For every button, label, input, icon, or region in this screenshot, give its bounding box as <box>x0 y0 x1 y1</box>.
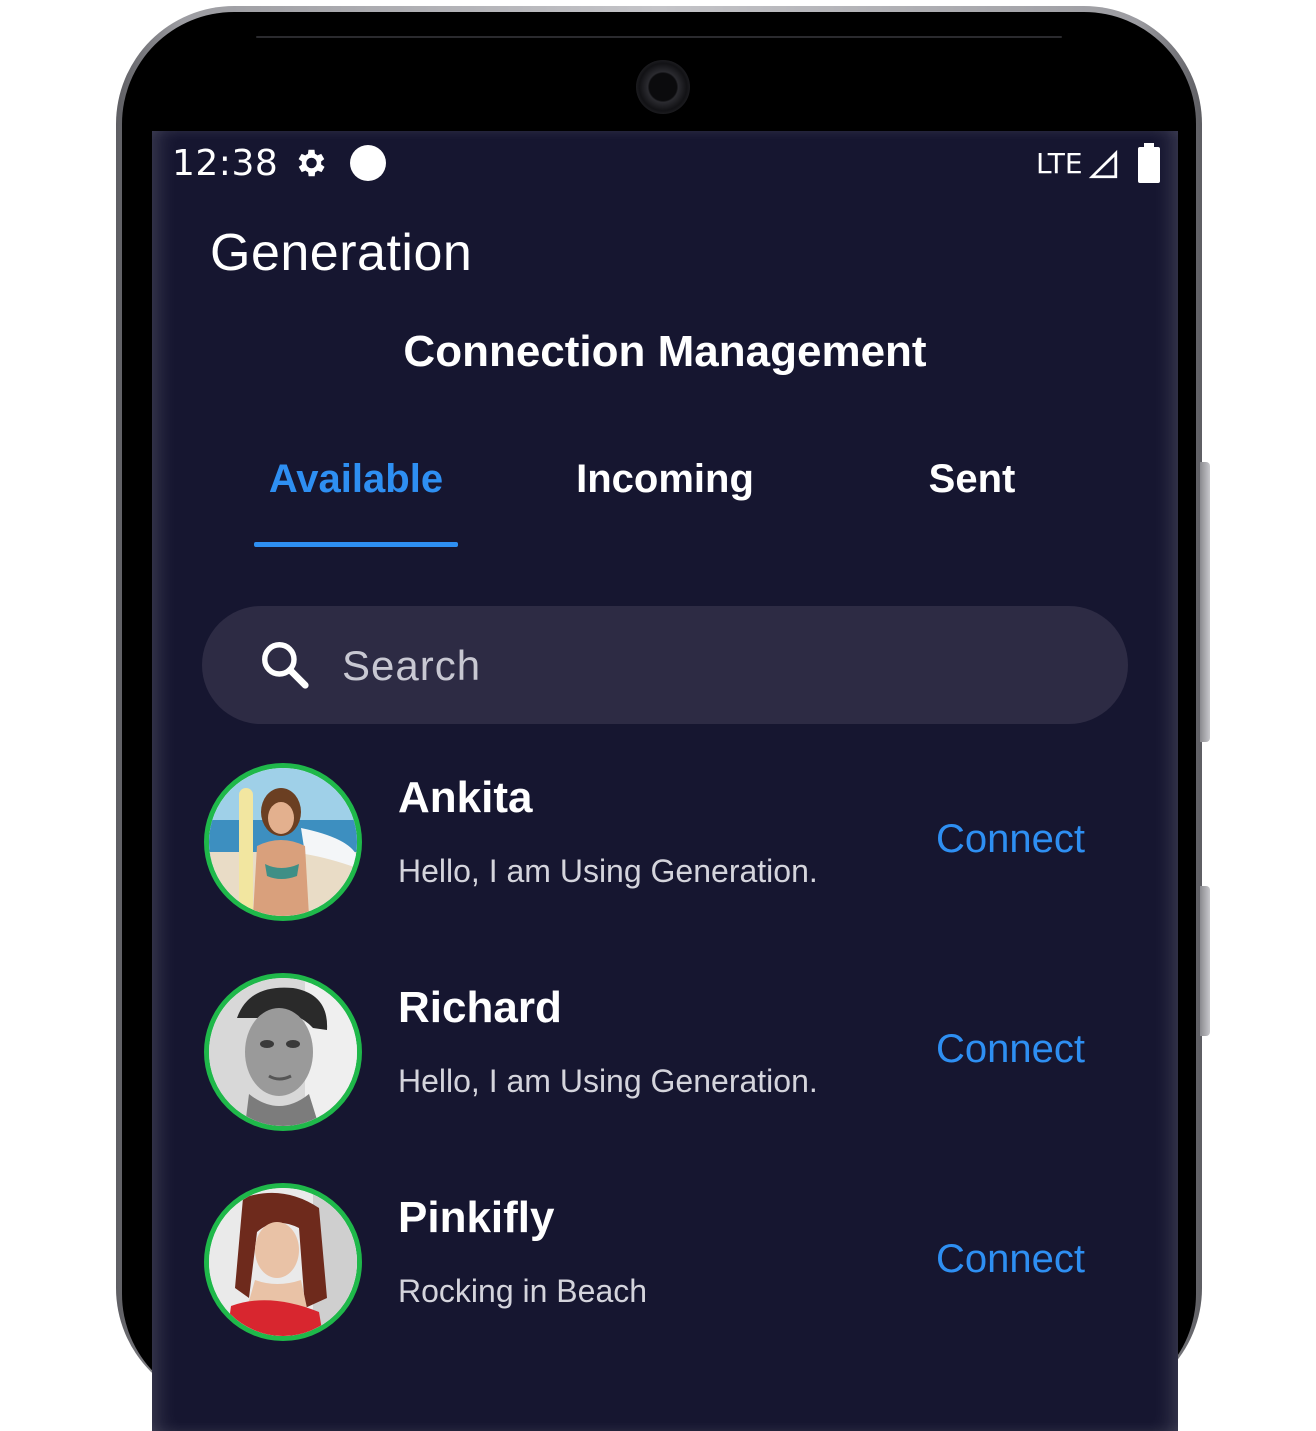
signal-icon <box>1088 149 1118 179</box>
network-label: LTE <box>1036 147 1083 180</box>
connect-button[interactable]: Connect <box>936 1237 1085 1282</box>
search-bar[interactable] <box>202 606 1128 726</box>
dot-icon <box>350 145 386 181</box>
search-input[interactable] <box>340 606 1084 726</box>
active-tab-indicator <box>254 542 458 547</box>
avatar-photo <box>209 978 357 1126</box>
contact-status: Hello, I am Using Generation. <box>398 853 818 889</box>
avatar[interactable] <box>204 973 362 1131</box>
earpiece <box>256 36 1062 38</box>
phone-frame: 12:38 LTE Generation Connection Manageme… <box>116 6 1210 1431</box>
tab-available[interactable]: Available <box>254 457 458 502</box>
avatar-photo <box>209 1188 357 1336</box>
contact-name: Pinkifly <box>398 1193 555 1242</box>
search-icon <box>262 642 309 689</box>
avatar-photo <box>209 768 357 916</box>
battery-icon <box>1138 143 1160 183</box>
tab-incoming[interactable]: Incoming <box>562 457 768 502</box>
connect-button[interactable]: Connect <box>936 1027 1085 1072</box>
screen: 12:38 LTE Generation Connection Manageme… <box>152 131 1178 1431</box>
avatar[interactable] <box>204 1183 362 1341</box>
contact-name: Ankita <box>398 773 533 822</box>
connect-button[interactable]: Connect <box>936 817 1085 862</box>
avatar[interactable] <box>204 763 362 921</box>
list-item[interactable]: Richard Hello, I am Using Generation. Co… <box>152 973 1178 1173</box>
list-item[interactable]: Pinkifly Rocking in Beach Connect <box>152 1183 1178 1383</box>
contact-name: Richard <box>398 983 562 1032</box>
front-camera <box>636 60 690 114</box>
power-button <box>1200 886 1210 1036</box>
contact-status: Hello, I am Using Generation. <box>398 1063 818 1099</box>
volume-button <box>1200 462 1210 742</box>
phone-bezel: 12:38 LTE Generation Connection Manageme… <box>122 12 1196 1431</box>
list-item[interactable]: Ankita Hello, I am Using Generation. Con… <box>152 763 1178 963</box>
gear-icon <box>298 149 325 177</box>
app-title: Generation <box>210 224 473 282</box>
page-title: Connection Management <box>403 327 927 376</box>
contact-status: Rocking in Beach <box>398 1273 648 1309</box>
tab-sent[interactable]: Sent <box>892 457 1052 502</box>
status-time: 12:38 <box>172 143 279 184</box>
